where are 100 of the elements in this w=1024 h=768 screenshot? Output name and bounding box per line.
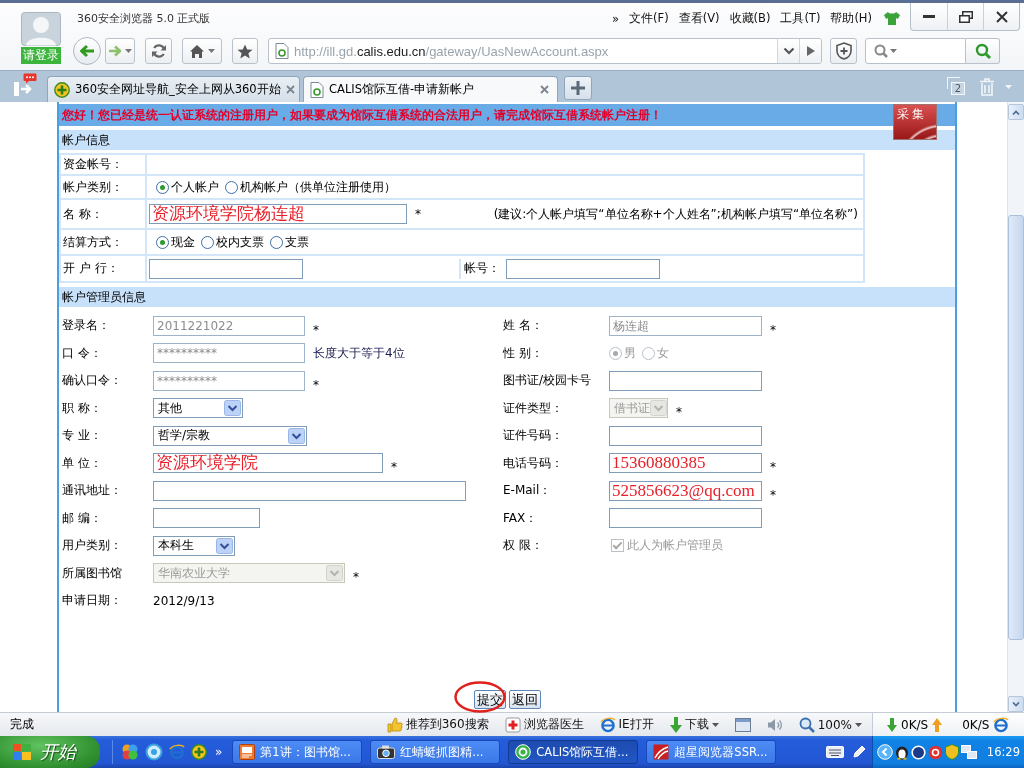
- camera-icon: [377, 745, 396, 759]
- penguin-icon[interactable]: [895, 744, 909, 760]
- favorite-button[interactable]: [232, 38, 258, 64]
- field-label: 职 称：: [62, 399, 102, 417]
- back-button[interactable]: [73, 37, 101, 65]
- caret-icon: [125, 49, 132, 53]
- plus-icon: [571, 81, 585, 95]
- browser-icon[interactable]: [993, 716, 1010, 733]
- search-icon: [874, 44, 888, 58]
- exit-icon[interactable]: [13, 79, 33, 97]
- home-button[interactable]: [182, 38, 222, 64]
- menu-item[interactable]: 帮助(H): [825, 8, 877, 29]
- field-label: 邮 编：: [62, 509, 102, 527]
- status-bar-button[interactable]: 浏览器医生: [504, 716, 584, 733]
- radio-button[interactable]: [201, 235, 214, 249]
- field-label: FAX：: [503, 509, 538, 527]
- keyboard-icon[interactable]: [826, 746, 844, 758]
- go-button[interactable]: [799, 39, 821, 63]
- home-icon: [189, 43, 205, 59]
- menu-more-button[interactable]: »: [607, 8, 625, 29]
- overlapping-squares-icon[interactable]: [961, 744, 977, 760]
- close-icon[interactable]: [540, 85, 549, 94]
- address-field[interactable]: http://ill.gd.calis.edu.cn/gateway/UasNewAccount.aspx: [268, 38, 822, 64]
- security-button[interactable]: [830, 38, 857, 64]
- speaker-icon[interactable]: [766, 717, 783, 732]
- taskbar-button[interactable]: 第1讲：图书馆...: [232, 740, 363, 764]
- taskbar-button[interactable]: 超星阅览器SSR...: [646, 740, 777, 764]
- required-mark: *: [676, 406, 682, 418]
- tab[interactable]: CALIS馆际互借-申请新帐户: [303, 76, 558, 102]
- field-label: 口 令：: [62, 344, 102, 362]
- radio-button[interactable]: [156, 235, 169, 249]
- pen-icon[interactable]: [852, 745, 866, 759]
- window-title: 360安全浏览器 5.0 正式版: [77, 11, 211, 26]
- field-label: 通讯地址：: [62, 482, 122, 500]
- upload-speed: 0K/S: [962, 717, 990, 732]
- page-icon: [275, 43, 289, 59]
- dropdown[interactable]: 哲学/宗教: [153, 425, 307, 446]
- input-field[interactable]: 资源环境学院: [153, 453, 383, 474]
- radio-button[interactable]: [225, 180, 238, 194]
- menu-item[interactable]: 收藏(B): [724, 8, 776, 29]
- status-bar-button[interactable]: 100%: [798, 716, 862, 733]
- caret-icon: [855, 722, 862, 727]
- radio-button[interactable]: [156, 180, 169, 194]
- input-field[interactable]: [149, 258, 303, 279]
- radio-label: 男: [624, 344, 636, 362]
- input-field[interactable]: [506, 258, 660, 279]
- input-field[interactable]: 525856623@qq.com: [609, 480, 762, 501]
- new-tab-button[interactable]: [564, 76, 592, 100]
- refresh-button[interactable]: [145, 38, 172, 64]
- input-field[interactable]: [609, 508, 762, 529]
- status-bar-button[interactable]: 推荐到360搜索: [386, 716, 489, 733]
- field-label: 名 称：: [63, 206, 103, 221]
- input-field[interactable]: [609, 370, 762, 391]
- page-icon: [310, 81, 324, 98]
- caret-icon: [711, 722, 719, 727]
- status-bar-button[interactable]: IE打开: [599, 716, 654, 733]
- curves-icon: [653, 744, 670, 760]
- history-dropdown-button[interactable]: [777, 39, 799, 63]
- search-icon: [974, 43, 991, 59]
- radio-label: 现金: [171, 233, 195, 251]
- shirt-icon[interactable]: [883, 11, 901, 26]
- avatar-icon: [21, 12, 61, 46]
- pinwheel-icon[interactable]: [121, 743, 139, 761]
- four-squares-icon: [12, 743, 32, 761]
- tab[interactable]: 360安全网址导航_安全上网从360开始: [47, 76, 300, 102]
- menu-item[interactable]: 文件(F): [624, 8, 674, 29]
- input-field[interactable]: [153, 508, 260, 529]
- browser-icon: [599, 716, 616, 733]
- input-field[interactable]: 资源环境学院杨连超: [149, 204, 407, 224]
- close-icon[interactable]: [285, 85, 295, 94]
- form-button[interactable]: 返回: [508, 690, 541, 709]
- input-field[interactable]: [609, 425, 762, 446]
- caret-icon: [1005, 84, 1012, 89]
- status-bar-button[interactable]: 下载: [669, 716, 719, 733]
- dropdown[interactable]: 其他: [153, 398, 243, 419]
- window-icon[interactable]: [734, 717, 751, 732]
- scroll-up-button[interactable]: [1008, 104, 1024, 120]
- circle-icon[interactable]: [911, 744, 926, 760]
- tab-count-button[interactable]: 2: [947, 76, 969, 97]
- scrollbar-thumb[interactable]: [1008, 215, 1024, 640]
- shield-icon[interactable]: [945, 744, 959, 760]
- dropdown[interactable]: 本科生: [153, 535, 235, 556]
- plus-circle-icon[interactable]: [191, 744, 207, 760]
- target-icon[interactable]: [928, 744, 943, 760]
- more-button[interactable]: »: [213, 745, 225, 759]
- input-field[interactable]: 15360880385: [609, 453, 762, 474]
- field-label: E-Mail：: [503, 482, 552, 500]
- menu-item[interactable]: 工具(T): [775, 8, 826, 29]
- scroll-down-button[interactable]: [1008, 696, 1024, 712]
- radio-button[interactable]: [270, 235, 283, 249]
- taskbar-button[interactable]: 红蜻蜓抓图精...: [370, 740, 501, 764]
- search-field[interactable]: [865, 38, 966, 64]
- search-button[interactable]: [966, 38, 1000, 64]
- browser-icon[interactable]: [169, 744, 185, 760]
- chevron-left-circle-icon[interactable]: [877, 744, 893, 760]
- menu-item[interactable]: 查看(V): [673, 8, 725, 29]
- taskbar-button[interactable]: CALIS馆际互借...: [508, 740, 639, 764]
- forward-button[interactable]: [105, 38, 135, 64]
- input-field[interactable]: [153, 480, 466, 501]
- ring-icon[interactable]: [145, 743, 163, 761]
